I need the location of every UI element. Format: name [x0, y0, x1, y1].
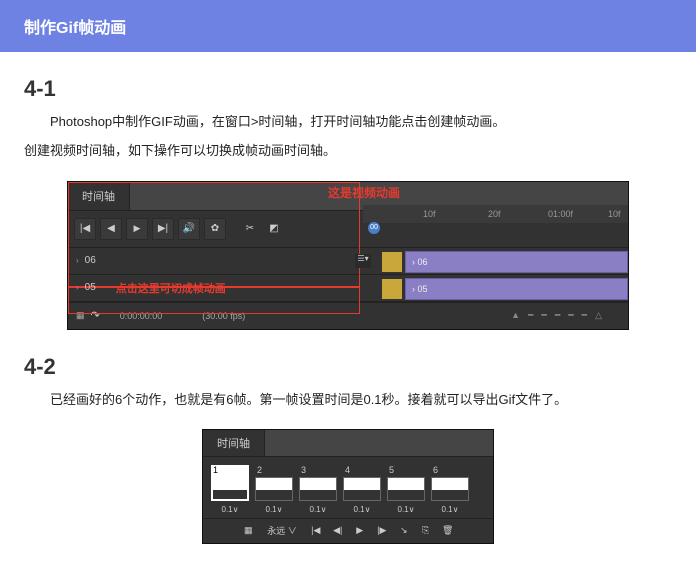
animation-frame[interactable]: 4 0.1∨: [343, 465, 381, 514]
frame-delay-dropdown[interactable]: 0.1∨: [343, 505, 381, 514]
tween-button[interactable]: ↘: [397, 523, 411, 537]
duplicate-frame-button[interactable]: ⎘: [419, 523, 433, 537]
delete-frame-button[interactable]: 🗑: [441, 523, 455, 537]
section-number-2: 4-2: [24, 354, 696, 380]
loop-dropdown[interactable]: 永远 ∨: [263, 524, 301, 537]
frame-thumbnail: [343, 477, 381, 501]
video-timeline-panel: 时间轴 这是视频动画 10f 20f 01:00f 10f 00 |◀ ◀ ▶ …: [67, 181, 629, 330]
video-clip[interactable]: › 06: [405, 251, 628, 273]
animation-frame[interactable]: 1 0.1∨: [211, 465, 249, 514]
frame-number: 2: [255, 465, 293, 477]
video-clip[interactable]: › 05: [405, 278, 628, 300]
frame-number: 1: [211, 465, 249, 477]
frame-number: 5: [387, 465, 425, 477]
animation-frame[interactable]: 6 0.1∨: [431, 465, 469, 514]
prev-frame-button[interactable]: ◀|: [331, 523, 345, 537]
frames-strip: 1 0.1∨ 2 0.1∨ 3 0.1∨ 4 0.1∨ 5 0.1∨ 6 0.1∨: [203, 457, 493, 518]
time-ruler[interactable]: 10f 20f 01:00f 10f: [363, 205, 628, 223]
frame-number: 6: [431, 465, 469, 477]
frame-number: 3: [299, 465, 337, 477]
frame-thumbnail: [255, 477, 293, 501]
animation-frame[interactable]: 3 0.1∨: [299, 465, 337, 514]
track-menu-icon[interactable]: ☰▾: [355, 254, 371, 268]
ruler-tick: 10f: [423, 209, 436, 219]
timeline-tab[interactable]: 时间轴: [203, 430, 265, 456]
clip-thumbnail: [381, 278, 403, 300]
frame-thumbnail: [211, 477, 249, 501]
frame-delay-dropdown[interactable]: 0.1∨: [431, 505, 469, 514]
track-name: 06: [85, 255, 96, 266]
frame-delay-dropdown[interactable]: 0.1∨: [255, 505, 293, 514]
track-name: 05: [85, 282, 96, 293]
annotation-video-label: 这是视频动画: [328, 184, 400, 201]
chevron-right-icon[interactable]: ›: [76, 256, 79, 265]
next-frame-button[interactable]: |▶: [375, 523, 389, 537]
page-header: 制作Gif帧动画: [0, 0, 696, 52]
animation-frame[interactable]: 2 0.1∨: [255, 465, 293, 514]
frame-toolbar: ▦ 永远 ∨ |◀ ◀| ▶ |▶ ↘ ⎘ 🗑: [203, 518, 493, 543]
frame-delay-dropdown[interactable]: 0.1∨: [387, 505, 425, 514]
section1-paragraph-2: 创建视频时间轴，如下操作可以切换成帧动画时间轴。: [24, 139, 672, 162]
frame-number: 4: [343, 465, 381, 477]
playhead-icon[interactable]: 00: [368, 222, 380, 234]
frame-thumbnail: [431, 477, 469, 501]
frame-delay-dropdown[interactable]: 0.1∨: [211, 505, 249, 514]
ruler-tick: 10f: [608, 209, 621, 219]
clip-thumbnail: [381, 251, 403, 273]
section2-paragraph-1: 已经画好的6个动作，也就是有6帧。第一帧设置时间是0.1秒。接着就可以导出Gif…: [24, 388, 672, 411]
frame-delay-dropdown[interactable]: 0.1∨: [299, 505, 337, 514]
header-title: 制作Gif帧动画: [24, 20, 126, 37]
frame-timeline-panel: 时间轴 1 0.1∨ 2 0.1∨ 3 0.1∨ 4 0.1∨ 5 0.1∨ 6 0.1∨ ▦ 永远 …: [202, 429, 494, 544]
zoom-slider[interactable]: ▲━━━━━△: [511, 310, 610, 321]
frame-thumbnail: [299, 477, 337, 501]
play-button[interactable]: ▶: [353, 523, 367, 537]
convert-video-icon[interactable]: ▦: [241, 523, 255, 537]
chevron-right-icon[interactable]: ›: [76, 283, 79, 292]
panel-tab-bar: 时间轴: [203, 430, 493, 457]
annotation-switch-label: 点击这里可切成帧动画: [116, 280, 226, 296]
animation-frame[interactable]: 5 0.1∨: [387, 465, 425, 514]
section-number-1: 4-1: [24, 76, 696, 102]
first-frame-button[interactable]: |◀: [309, 523, 323, 537]
frame-thumbnail: [387, 477, 425, 501]
section1-paragraph-1: Photoshop中制作GIF动画，在窗口>时间轴，打开时间轴功能点击创建帧动画…: [24, 110, 672, 133]
annotation-box-top: [68, 182, 360, 288]
ruler-tick: 01:00f: [548, 209, 573, 219]
ruler-tick: 20f: [488, 209, 501, 219]
